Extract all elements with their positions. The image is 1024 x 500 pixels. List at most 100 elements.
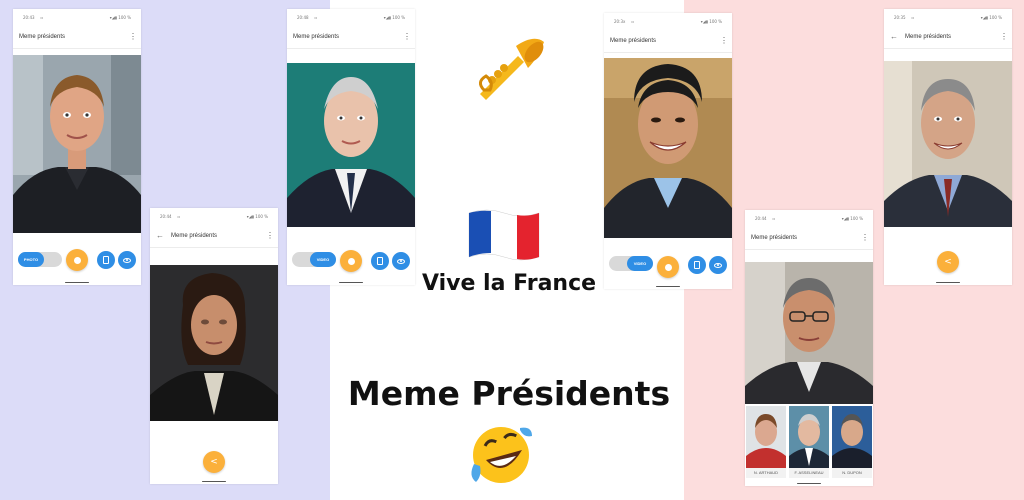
file-icon	[377, 257, 383, 265]
share-icon: <	[210, 456, 218, 467]
capture-controls: VIDEO	[604, 252, 732, 282]
status-time: 20:44	[755, 215, 767, 221]
app-title: Meme présidents	[171, 232, 218, 239]
status-time: 20:35	[894, 14, 906, 20]
app-name-title: Meme Présidents	[347, 374, 671, 413]
photo-video-toggle[interactable]: VIDEO	[292, 252, 336, 267]
more-options-icon[interactable]: ⋮	[266, 231, 274, 240]
more-options-icon[interactable]: ⋮	[403, 32, 411, 41]
more-options-icon[interactable]: ⋮	[720, 36, 728, 45]
file-icon	[694, 261, 700, 269]
gallery-button[interactable]	[97, 251, 115, 269]
capture-button[interactable]	[66, 249, 88, 271]
home-indicator	[936, 281, 960, 283]
capture-dot-icon	[664, 263, 672, 271]
app-bar: Meme présidents ⋮	[745, 226, 873, 250]
status-battery: ▾◢▮ 100 %	[383, 14, 405, 20]
more-options-icon[interactable]: ⋮	[861, 233, 869, 242]
app-bar: Meme présidents ⋮	[13, 25, 141, 49]
home-indicator	[65, 281, 89, 283]
notification-icon: ▫	[631, 18, 635, 24]
thumbnail-caption: N. ARTHAUD	[746, 468, 786, 478]
status-time: 20:48	[297, 14, 309, 20]
app-title: Meme présidents	[19, 33, 66, 40]
gallery-button[interactable]	[371, 252, 389, 270]
phone-screenshot-6: 20:35 ▫ ▾◢▮ 100 % ← Meme présidents ⋮ <	[884, 9, 1012, 285]
notification-icon: ▫	[911, 14, 915, 20]
capture-button[interactable]	[657, 256, 679, 278]
eye-icon	[397, 258, 405, 264]
notification-icon: ▫	[40, 14, 44, 20]
app-bar: ← Meme présidents ⋮	[150, 224, 278, 248]
file-icon	[103, 256, 109, 264]
meme-photo	[287, 63, 415, 227]
eye-icon	[714, 262, 722, 268]
home-indicator	[339, 281, 363, 283]
preview-button[interactable]	[392, 252, 410, 270]
capture-button[interactable]	[340, 250, 362, 272]
more-options-icon[interactable]: ⋮	[1000, 32, 1008, 41]
status-time: 20:3x	[614, 18, 626, 24]
app-title: Meme présidents	[610, 37, 657, 44]
gallery-button[interactable]	[688, 256, 706, 274]
phone-screenshot-1: 20:43 ▫ ▾◢▮ 100 % Meme présidents ⋮ PHOTO	[13, 9, 141, 285]
photo-video-toggle[interactable]: PHOTO	[18, 252, 62, 267]
president-thumbnail[interactable]: N. DUPON	[832, 406, 872, 478]
share-button[interactable]: <	[203, 451, 225, 473]
france-flag-emoji	[468, 209, 540, 261]
status-bar: 20:43 ▫ ▾◢▮ 100 %	[13, 9, 141, 25]
home-indicator	[797, 482, 821, 484]
share-icon: <	[944, 256, 952, 267]
meme-photo	[150, 265, 278, 421]
status-battery: ▾◢▮ 100 %	[700, 18, 722, 24]
back-arrow-icon[interactable]: ←	[156, 231, 164, 240]
status-battery: ▾◢▮ 100 %	[109, 14, 131, 20]
status-battery: ▾◢▮ 100 %	[980, 14, 1002, 20]
app-bar: Meme présidents ⋮	[287, 25, 415, 49]
capture-controls: PHOTO	[13, 247, 141, 277]
share-button[interactable]: <	[937, 251, 959, 273]
photo-video-toggle[interactable]: VIDEO	[609, 256, 653, 271]
app-bar: Meme présidents ⋮	[604, 29, 732, 53]
phone-screenshot-5: 20:44 ▫ ▾◢▮ 100 % Meme présidents ⋮ N. AR…	[745, 210, 873, 486]
capture-dot-icon	[347, 257, 355, 265]
preview-button[interactable]	[709, 256, 727, 274]
thumbnail-caption: N. DUPON	[832, 468, 872, 478]
app-title: Meme présidents	[905, 33, 952, 40]
status-time: 20:43	[23, 14, 35, 20]
status-bar: 20:48 ▫ ▾◢▮ 100 %	[287, 9, 415, 25]
home-indicator	[656, 285, 680, 287]
status-battery: ▾◢▮ 100 %	[246, 213, 268, 219]
meme-photo	[745, 262, 873, 404]
notification-icon: ▫	[177, 213, 181, 219]
home-indicator	[202, 480, 226, 482]
phone-screenshot-2: 20:44 ▫ ▾◢▮ 100 % ← Meme présidents ⋮ <	[150, 208, 278, 484]
eye-icon	[123, 257, 131, 263]
capture-dot-icon	[73, 256, 81, 264]
president-thumbnail[interactable]: N. ARTHAUD	[746, 406, 786, 478]
app-title: Meme présidents	[293, 33, 340, 40]
status-battery: ▾◢▮ 100 %	[841, 215, 863, 221]
status-bar: 20:44 ▫ ▾◢▮ 100 %	[745, 210, 873, 226]
status-time: 20:44	[160, 213, 172, 219]
toggle-label: PHOTO	[18, 252, 44, 267]
toggle-label: VIDEO	[627, 256, 653, 271]
more-options-icon[interactable]: ⋮	[129, 32, 137, 41]
preview-button[interactable]	[118, 251, 136, 269]
app-title: Meme présidents	[751, 234, 798, 241]
president-thumbnail[interactable]: F. ASSELINEAU	[789, 406, 829, 478]
phone-screenshot-4: 20:3x ▫ ▾◢▮ 100 % Meme présidents ⋮ VIDEO	[604, 13, 732, 289]
status-bar: 20:44 ▫ ▾◢▮ 100 %	[150, 208, 278, 224]
president-thumbnail-strip: N. ARTHAUD F. ASSELINEAU N. DUPON	[745, 406, 873, 478]
status-bar: 20:35 ▫ ▾◢▮ 100 %	[884, 9, 1012, 25]
rolling-laughing-emoji	[471, 427, 532, 483]
app-bar: ← Meme présidents ⋮	[884, 25, 1012, 49]
meme-photo	[13, 55, 141, 233]
thumbnail-caption: F. ASSELINEAU	[789, 468, 829, 478]
capture-controls: VIDEO	[287, 248, 415, 278]
meme-photo	[884, 61, 1012, 227]
notification-icon: ▫	[314, 14, 318, 20]
meme-photo	[604, 58, 732, 238]
back-arrow-icon[interactable]: ←	[890, 32, 898, 41]
notification-icon: ▫	[772, 215, 776, 221]
